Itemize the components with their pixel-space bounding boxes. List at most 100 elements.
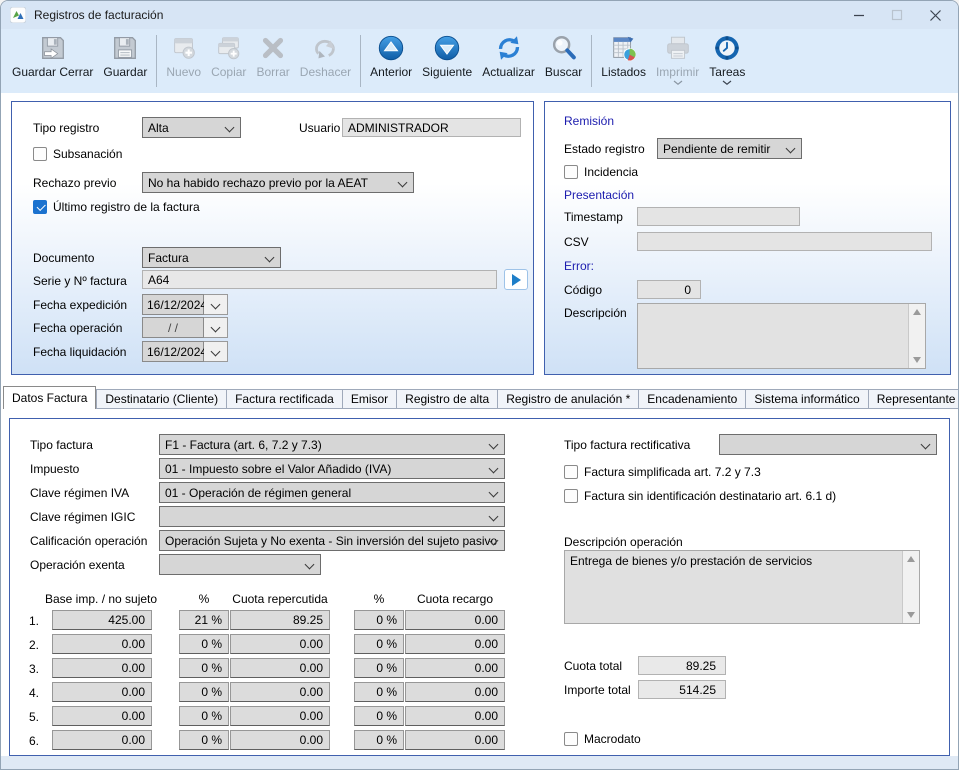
factura-sin-identificacion-checkbox[interactable]: Factura sin identificación destinatario … [564, 489, 836, 503]
cuota-repercutida-input[interactable]: 0.00 [230, 682, 330, 702]
toolbar-anterior-button[interactable]: Anterior [365, 32, 417, 80]
undo-icon [309, 33, 341, 63]
base-imponible-input[interactable]: 0.00 [52, 730, 152, 750]
cuota-recargo-input[interactable]: 0.00 [405, 610, 505, 630]
toolbar-separator [591, 35, 592, 87]
calendar-dropdown-icon[interactable] [204, 341, 228, 362]
clave-regimen-igic-select[interactable] [159, 506, 505, 527]
tipo-rectificativa-select[interactable] [719, 434, 937, 455]
fecha-liquidacion-value: 16/12/2024 [142, 341, 204, 362]
calificacion-operacion-value: Operación Sujeta y No exenta - Sin inver… [165, 534, 497, 548]
importe-total-field: 514.25 [638, 680, 726, 699]
base-imponible-input[interactable]: 0.00 [52, 634, 152, 654]
close-button[interactable] [916, 1, 954, 29]
toolbar-listados-button[interactable]: Listados [596, 32, 651, 80]
cuota-recargo-input[interactable]: 0.00 [405, 634, 505, 654]
error-heading: Error: [564, 259, 594, 273]
porcentaje-iva-input[interactable]: 0 % [179, 682, 229, 702]
fecha-expedicion-label: Fecha expedición [33, 298, 127, 312]
porcentaje-recargo-input[interactable]: 0 % [354, 610, 404, 630]
vertical-scrollbar[interactable] [908, 304, 925, 368]
tab-datos-factura[interactable]: Datos Factura [3, 386, 96, 409]
grid-header-pct-iva: % [179, 592, 229, 606]
serie-factura-go-button[interactable] [504, 269, 528, 290]
calendar-dropdown-icon[interactable] [204, 294, 228, 315]
porcentaje-iva-input[interactable]: 0 % [179, 730, 229, 750]
toolbar-guardar-cerrar-button[interactable]: Guardar Cerrar [7, 32, 98, 80]
descripcion-error-textarea [637, 303, 926, 369]
tab-emisor[interactable]: Emisor [343, 389, 397, 409]
porcentaje-iva-input[interactable]: 0 % [179, 658, 229, 678]
tab-factura-rectificada[interactable]: Factura rectificada [227, 389, 343, 409]
tab-strip: Datos Factura Destinatario (Cliente) Fac… [3, 386, 959, 409]
ultimo-registro-label: Último registro de la factura [53, 200, 200, 214]
base-imponible-input[interactable]: 0.00 [52, 658, 152, 678]
base-imponible-input[interactable]: 0.00 [52, 706, 152, 726]
window-bottom-edge [1, 756, 958, 769]
operacion-exenta-select[interactable] [159, 554, 321, 575]
minimize-button[interactable] [840, 1, 878, 29]
cuota-repercutida-input[interactable]: 0.00 [230, 634, 330, 654]
fecha-operacion-value: / / [142, 317, 204, 338]
codigo-label: Código [564, 283, 602, 297]
incidencia-checkbox[interactable]: Incidencia [564, 165, 638, 179]
tipo-factura-select[interactable]: F1 - Factura (art. 6, 7.2 y 7.3) [159, 434, 505, 455]
checkbox-unchecked-icon [564, 165, 578, 179]
serie-factura-input[interactable]: A64 [142, 270, 497, 289]
toolbar-label: Actualizar [482, 65, 535, 79]
porcentaje-recargo-input[interactable]: 0 % [354, 682, 404, 702]
base-imponible-input[interactable]: 0.00 [52, 682, 152, 702]
toolbar-buscar-button[interactable]: Buscar [540, 32, 587, 80]
tab-representante[interactable]: Representante [869, 389, 959, 409]
cuota-repercutida-input[interactable]: 0.00 [230, 706, 330, 726]
rechazo-previo-select[interactable]: No ha habido rechazo previo por la AEAT [142, 172, 414, 193]
calendar-dropdown-icon[interactable] [204, 317, 228, 338]
toolbar-label: Guardar [103, 65, 147, 79]
macrodato-checkbox[interactable]: Macrodato [564, 732, 641, 746]
porcentaje-recargo-input[interactable]: 0 % [354, 634, 404, 654]
porcentaje-recargo-input[interactable]: 0 % [354, 706, 404, 726]
clave-regimen-iva-select[interactable]: 01 - Operación de régimen general [159, 482, 505, 503]
cuota-recargo-input[interactable]: 0.00 [405, 706, 505, 726]
impuesto-select[interactable]: 01 - Impuesto sobre el Valor Añadido (IV… [159, 458, 505, 479]
factura-simplificada-checkbox[interactable]: Factura simplificada art. 7.2 y 7.3 [564, 465, 761, 479]
cuota-recargo-input[interactable]: 0.00 [405, 730, 505, 750]
tab-registro-alta[interactable]: Registro de alta [397, 389, 498, 409]
previous-icon [375, 33, 407, 63]
tab-encadenamiento[interactable]: Encadenamiento [639, 389, 746, 409]
fecha-operacion-picker[interactable]: / / [142, 317, 228, 338]
fecha-liquidacion-picker[interactable]: 16/12/2024 [142, 341, 228, 362]
calificacion-operacion-select[interactable]: Operación Sujeta y No exenta - Sin inver… [159, 530, 505, 551]
toolbar-nuevo-button: Nuevo [161, 32, 206, 80]
chevron-down-icon [722, 79, 732, 86]
toolbar-imprimir-button: Imprimir [651, 32, 704, 87]
registro-groupbox: Tipo registro Alta Usuario ADMINISTRADOR… [11, 101, 534, 375]
toolbar-separator [360, 35, 361, 87]
fecha-expedicion-picker[interactable]: 16/12/2024 [142, 294, 228, 315]
toolbar-tareas-button[interactable]: Tareas [704, 32, 750, 87]
subsanacion-checkbox[interactable]: Subsanación [33, 147, 122, 161]
tab-destinatario[interactable]: Destinatario (Cliente) [96, 389, 227, 409]
tab-registro-anulacion[interactable]: Registro de anulación * [498, 389, 639, 409]
cuota-recargo-input[interactable]: 0.00 [405, 658, 505, 678]
porcentaje-recargo-input[interactable]: 0 % [354, 730, 404, 750]
estado-registro-select[interactable]: Pendiente de remitir [657, 138, 802, 159]
documento-select[interactable]: Factura [142, 247, 281, 268]
cuota-repercutida-input[interactable]: 0.00 [230, 658, 330, 678]
tab-sistema-informatico[interactable]: Sistema informático [746, 389, 868, 409]
porcentaje-iva-input[interactable]: 0 % [179, 706, 229, 726]
toolbar-siguiente-button[interactable]: Siguiente [417, 32, 477, 80]
toolbar-actualizar-button[interactable]: Actualizar [477, 32, 540, 80]
porcentaje-recargo-input[interactable]: 0 % [354, 658, 404, 678]
porcentaje-iva-input[interactable]: 0 % [179, 634, 229, 654]
vertical-scrollbar[interactable] [902, 551, 919, 623]
tipo-registro-select[interactable]: Alta [142, 117, 241, 138]
ultimo-registro-checkbox[interactable]: Último registro de la factura [33, 200, 200, 214]
porcentaje-iva-input[interactable]: 21 % [179, 610, 229, 630]
descripcion-operacion-textarea[interactable]: Entrega de bienes y/o prestación de serv… [564, 550, 920, 624]
cuota-repercutida-input[interactable]: 89.25 [230, 610, 330, 630]
cuota-recargo-input[interactable]: 0.00 [405, 682, 505, 702]
cuota-repercutida-input[interactable]: 0.00 [230, 730, 330, 750]
toolbar-guardar-button[interactable]: Guardar [98, 32, 152, 80]
base-imponible-input[interactable]: 425.00 [52, 610, 152, 630]
